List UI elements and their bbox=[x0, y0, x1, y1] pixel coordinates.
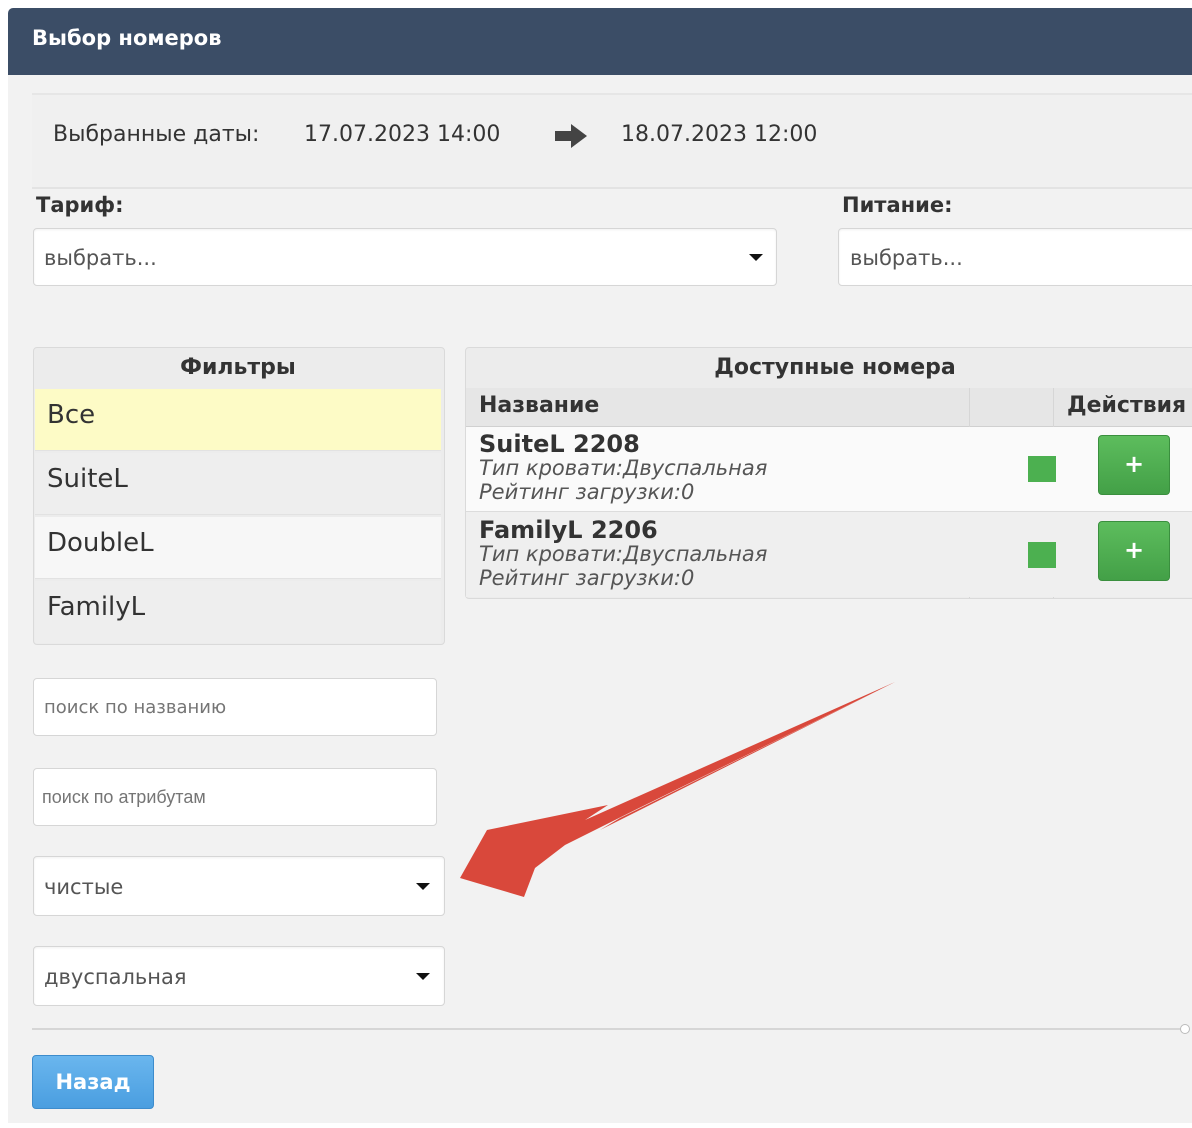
back-button[interactable]: Назад bbox=[32, 1055, 154, 1109]
meals-label: Питание: bbox=[842, 193, 953, 217]
filter-item-familyl[interactable]: FamilyL bbox=[35, 581, 441, 643]
bed-type-select[interactable]: двуспальная bbox=[33, 946, 445, 1006]
resize-handle[interactable] bbox=[1180, 1024, 1190, 1034]
tariff-select[interactable]: выбрать... bbox=[33, 228, 777, 286]
room-bed-type: Тип кровати:Двуспальная bbox=[479, 456, 768, 480]
tariff-select-value: выбрать... bbox=[44, 246, 157, 270]
available-rooms-title: Доступные номера bbox=[714, 355, 956, 380]
date-from: 17.07.2023 14:00 bbox=[304, 122, 501, 147]
bed-type-select-value: двуспальная bbox=[44, 965, 187, 989]
annotation-arrow-icon bbox=[460, 682, 895, 897]
chevron-down-icon bbox=[416, 883, 430, 890]
tariff-label: Тариф: bbox=[36, 193, 124, 217]
room-bed-type: Тип кровати:Двуспальная bbox=[479, 542, 768, 566]
room-rating: Рейтинг загрузки:0 bbox=[479, 480, 695, 504]
filter-item-doublel[interactable]: DoubleL bbox=[35, 517, 441, 579]
meals-select-value: выбрать... bbox=[850, 246, 963, 270]
modal-title: Выбор номеров bbox=[32, 26, 222, 50]
filter-item-suitel[interactable]: SuiteL bbox=[35, 453, 441, 515]
cleanliness-select-value: чистые bbox=[44, 875, 124, 899]
chevron-down-icon bbox=[416, 973, 430, 980]
filters-title: Фильтры bbox=[180, 355, 296, 380]
add-room-button[interactable]: + bbox=[1098, 521, 1170, 581]
filter-item-all[interactable]: Все bbox=[35, 389, 441, 451]
search-by-attributes-input[interactable] bbox=[33, 768, 437, 826]
footer-divider bbox=[32, 1028, 1182, 1030]
search-by-name-input[interactable] bbox=[33, 678, 437, 736]
room-name: SuiteL 2208 bbox=[479, 430, 640, 458]
cleanliness-select[interactable]: чистые bbox=[33, 856, 445, 916]
status-indicator bbox=[1028, 456, 1056, 482]
room-name: FamilyL 2206 bbox=[479, 516, 658, 544]
chevron-down-icon bbox=[749, 254, 763, 261]
dates-label: Выбранные даты: bbox=[53, 122, 260, 147]
column-header-actions: Действия bbox=[1067, 393, 1187, 418]
add-room-button[interactable]: + bbox=[1098, 435, 1170, 495]
room-rating: Рейтинг загрузки:0 bbox=[479, 566, 695, 590]
date-to: 18.07.2023 12:00 bbox=[621, 122, 818, 147]
arrow-right-icon bbox=[555, 124, 587, 148]
column-header-name: Название bbox=[479, 393, 600, 418]
status-indicator bbox=[1028, 542, 1056, 568]
meals-select[interactable]: выбрать... bbox=[838, 228, 1192, 286]
